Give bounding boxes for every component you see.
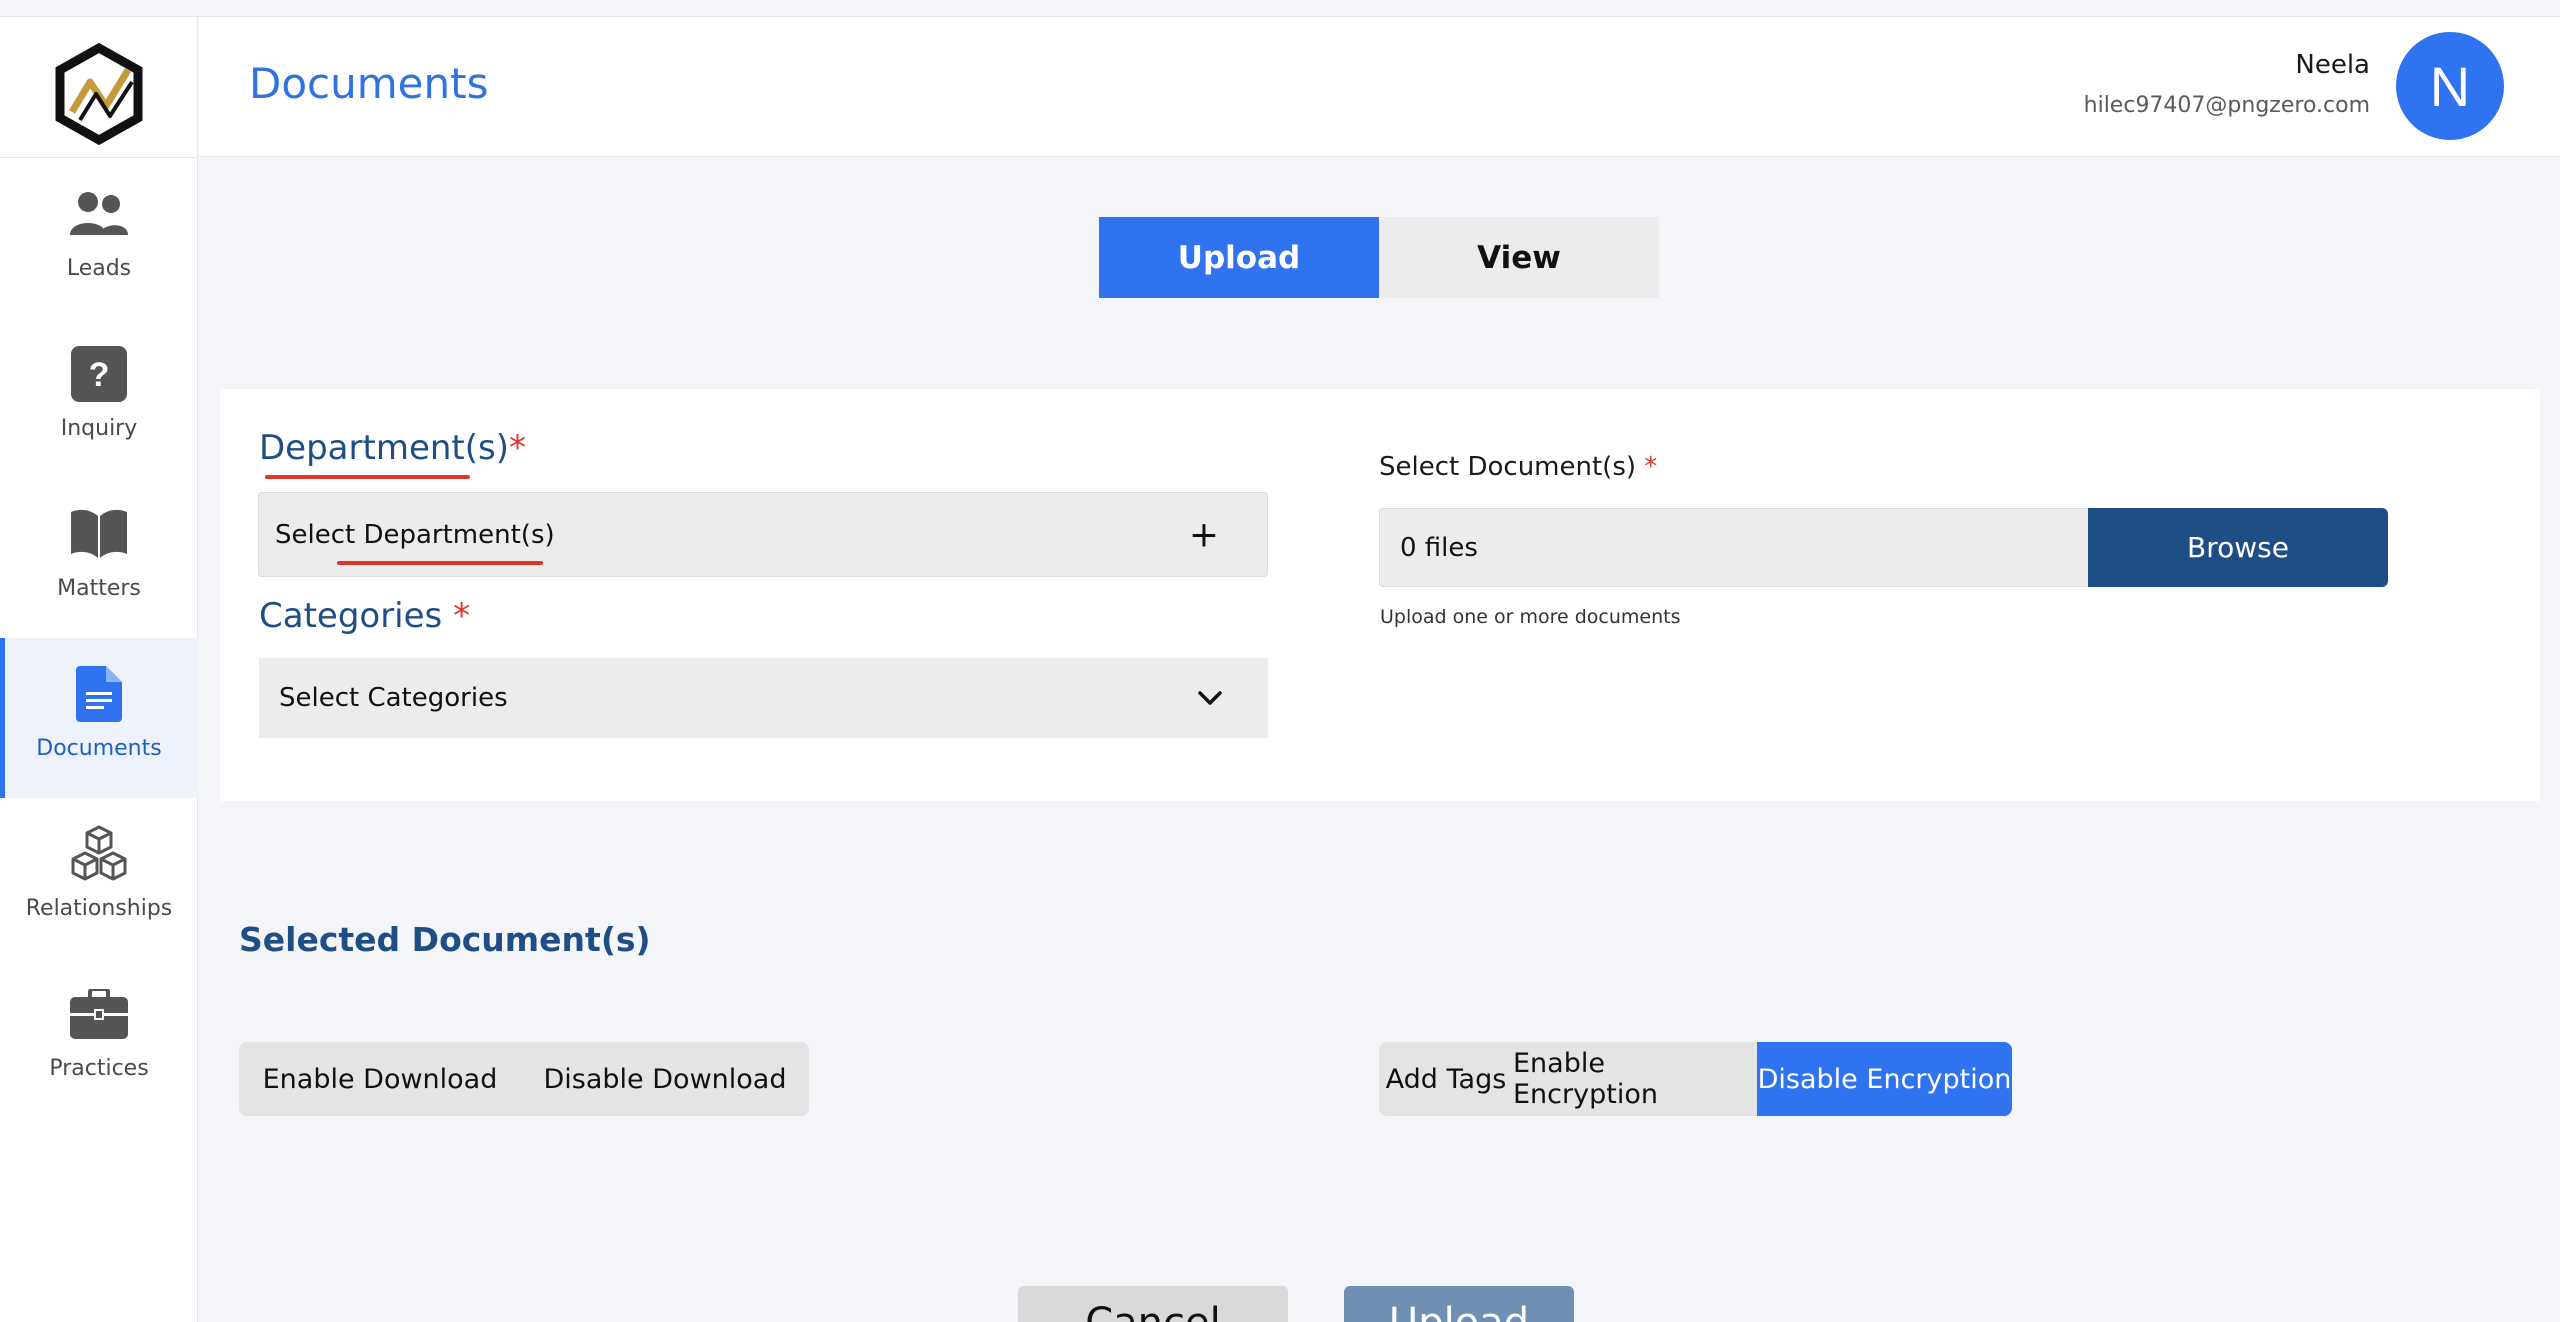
upload-form-card (220, 389, 2540, 801)
disable-download-button[interactable]: Disable Download (521, 1042, 809, 1116)
page-title: Documents (249, 59, 489, 108)
file-count-field[interactable]: 0 files (1379, 508, 2089, 587)
sidebar-item-label: Matters (57, 576, 141, 601)
svg-text:?: ? (89, 356, 110, 394)
user-name: Neela (2295, 50, 2370, 80)
document-icon (68, 663, 130, 725)
required-marker: * (453, 596, 471, 636)
avatar[interactable]: N (2396, 32, 2504, 140)
sidebar-item-label: Leads (66, 256, 132, 281)
upload-help-text: Upload one or more documents (1380, 606, 1681, 628)
users-icon (68, 183, 130, 245)
documents-label-text: Select Document(s) (1379, 452, 1637, 482)
chevron-down-icon (1197, 690, 1223, 706)
categories-title-text: Categories (259, 596, 443, 636)
cubes-icon (68, 823, 130, 885)
spellcheck-underline (265, 475, 470, 479)
sidebar-item-label: Practices (49, 1056, 149, 1081)
required-marker: * (509, 428, 526, 468)
add-tags-button[interactable]: Add Tags (1379, 1042, 1513, 1116)
categories-select[interactable]: Select Categories (259, 658, 1268, 738)
sidebar-item-label: Documents (36, 736, 162, 761)
encryption-button-group: Add Tags Enable Encryption Disable Encry… (1379, 1042, 2012, 1116)
top-edge (0, 0, 2560, 17)
enable-download-button[interactable]: Enable Download (239, 1042, 521, 1116)
department-placeholder: Select Department(s) (275, 519, 555, 550)
top-header: Documents Neela hilec97407@pngzero.com N (199, 17, 2560, 157)
sidebar-item-relationships[interactable]: Relationships (0, 798, 198, 958)
tab-upload[interactable]: Upload (1099, 217, 1379, 298)
disable-encryption-button[interactable]: Disable Encryption (1757, 1042, 2012, 1116)
sidebar-item-documents[interactable]: Documents (0, 638, 198, 798)
tab-view[interactable]: View (1379, 217, 1659, 298)
sidebar-item-matters[interactable]: Matters (0, 478, 198, 638)
categories-field-title: Categories * (259, 596, 470, 636)
department-title-text: Department(s) (259, 428, 509, 468)
selected-documents-title: Selected Document(s) (239, 920, 651, 959)
plus-icon[interactable]: + (1189, 514, 1219, 555)
question-icon: ? (68, 343, 130, 405)
user-email: hilec97407@pngzero.com (2083, 93, 2370, 118)
spellcheck-underline (337, 561, 543, 565)
upload-button[interactable]: Upload (1344, 1286, 1574, 1322)
enable-encryption-button[interactable]: Enable Encryption (1513, 1042, 1757, 1116)
required-marker: * (1644, 452, 1658, 482)
sidebar: Leads ? Inquiry Matters Documents Relati… (0, 17, 198, 1322)
cancel-button[interactable]: Cancel (1018, 1286, 1288, 1322)
sidebar-item-practices[interactable]: Practices (0, 958, 198, 1118)
briefcase-icon (68, 983, 130, 1045)
sidebar-item-inquiry[interactable]: ? Inquiry (0, 318, 198, 478)
sidebar-item-label: Inquiry (60, 416, 138, 441)
book-icon (68, 503, 130, 565)
browse-button[interactable]: Browse (2088, 508, 2388, 587)
sidebar-item-leads[interactable]: Leads (0, 158, 198, 318)
documents-field-label: Select Document(s) * (1379, 452, 1657, 482)
categories-placeholder: Select Categories (279, 683, 508, 713)
sidebar-item-label: Relationships (25, 896, 173, 921)
app-logo[interactable] (50, 42, 148, 146)
download-button-group: Enable Download Disable Download (239, 1042, 809, 1116)
upload-view-tabs: Upload View (1099, 217, 1659, 298)
department-field-title: Department(s)* (259, 428, 526, 468)
